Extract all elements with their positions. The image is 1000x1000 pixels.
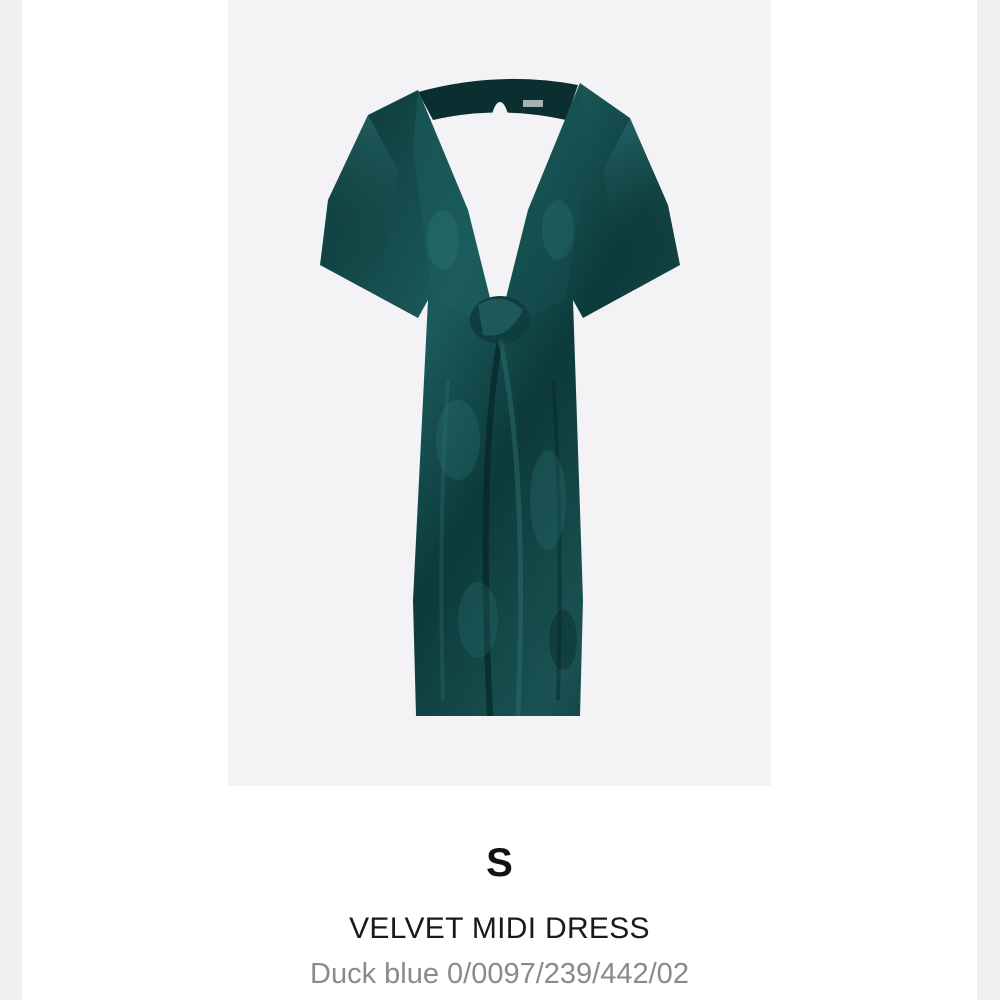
page-background: S VELVET MIDI DRESS Duck blue 0/0097/239… [0, 0, 1000, 1000]
size-label: S [486, 841, 513, 885]
product-card: S VELVET MIDI DRESS Duck blue 0/0097/239… [22, 0, 977, 1000]
product-image[interactable] [228, 0, 771, 786]
product-name[interactable]: VELVET MIDI DRESS [22, 908, 977, 950]
product-color-reference: Duck blue 0/0097/239/442/02 [310, 958, 689, 990]
dress-image-icon [320, 78, 680, 717]
